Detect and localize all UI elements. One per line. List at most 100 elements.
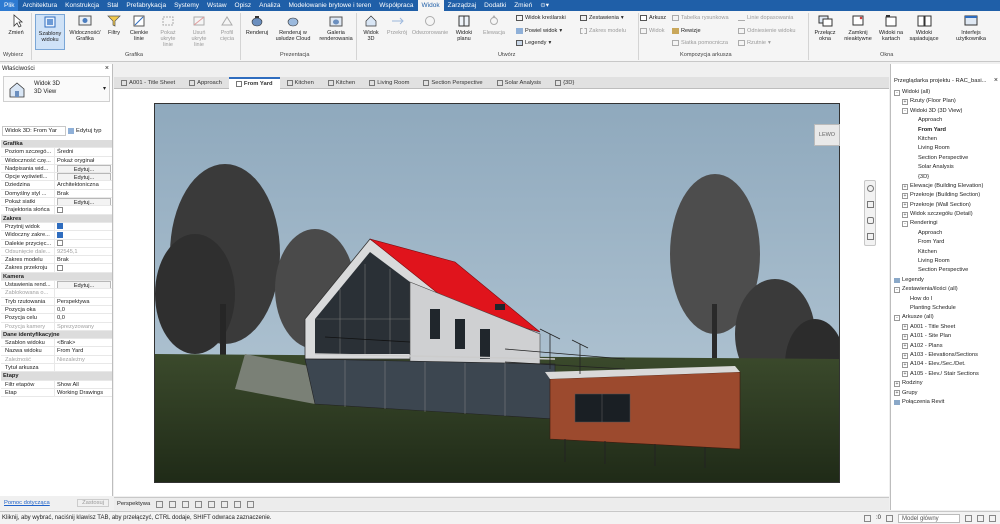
tree-node[interactable]: + Przekroje (Wall Section) [891, 201, 1000, 210]
schedules-button[interactable]: Zestawienia ▾ [580, 15, 624, 21]
expand-toggle-icon[interactable]: + [902, 333, 908, 340]
close-inactive-button[interactable]: Zamknij nieaktywne [842, 14, 874, 42]
tab-views-button[interactable]: Widoki na kartach [876, 14, 906, 42]
tab-modelowanie[interactable]: Modelowanie brytowe i teren [284, 0, 375, 11]
tile-views-button[interactable]: Widoki sąsiadujące [908, 14, 940, 42]
remove-hidden-lines-button[interactable]: Usuń ukryte linie [186, 14, 212, 48]
property-value[interactable]: Pokaż oryginał [57, 158, 94, 164]
show-hidden-lines-button[interactable]: Pokaż ukryte linie [155, 14, 181, 48]
render-dialog-icon[interactable] [208, 500, 216, 508]
tree-node[interactable]: Approach [891, 116, 1000, 125]
view-tab[interactable]: A001 - Title Sheet [114, 77, 182, 89]
help-link[interactable]: Pomoc dotycząca [4, 500, 50, 506]
property-checkbox[interactable] [57, 264, 63, 271]
property-value[interactable]: From Yard [57, 348, 83, 354]
section-button[interactable]: Przekrój [385, 14, 409, 36]
viewports-button[interactable]: Rzutnie ▾ [738, 40, 771, 46]
tree-node[interactable]: + Przekroje (Building Section) [891, 191, 1000, 200]
apply-button[interactable]: Zastosuj [77, 499, 109, 507]
tree-node[interactable]: - Widoki (all) [891, 88, 1000, 97]
tree-node[interactable]: Połączenia Revit [891, 398, 1000, 407]
tree-node[interactable]: - Widoki 3D (3D View) [891, 107, 1000, 116]
duplicate-view-button[interactable]: Powiel widok ▾ [516, 28, 562, 34]
property-row[interactable]: Tryb rzutowania Perspektywa [1, 297, 112, 306]
tab-zarzadzaj[interactable]: Zarządzaj [444, 0, 481, 11]
view-tab[interactable]: Section Perspective [416, 77, 489, 89]
view-3d-from-yard[interactable] [154, 103, 840, 483]
tree-node[interactable]: - Arkusze (all) [891, 313, 1000, 322]
property-row[interactable]: Zależność Niezależny [1, 355, 112, 365]
scope-box-button[interactable]: Zakres modelu [580, 28, 626, 34]
switch-windows-button[interactable]: Przełącz okna [811, 14, 839, 42]
close-icon[interactable]: × [994, 77, 998, 84]
tab-wspolpraca[interactable]: Współpraca [375, 0, 417, 11]
edit-type-button[interactable]: Edytuj typ [68, 126, 101, 136]
filters-button[interactable]: Filtry [104, 14, 124, 36]
instance-selector[interactable]: Widok 3D: From Yar [2, 126, 66, 136]
tree-node[interactable]: Solar Analysis [891, 163, 1000, 172]
modify-button[interactable]: Zmień [5, 14, 27, 36]
drawing-area[interactable]: LEWO [114, 89, 889, 496]
expand-toggle-icon[interactable]: - [894, 315, 900, 322]
tree-node[interactable]: How do I [891, 295, 1000, 304]
property-value[interactable]: Working Drawings [57, 390, 103, 396]
tree-node[interactable]: From Yard [891, 126, 1000, 135]
steering-wheel-icon[interactable] [867, 185, 874, 192]
revisions-button[interactable]: Rewizje [672, 28, 701, 34]
property-row[interactable]: Ustawienia rend... Edytuj... [1, 281, 112, 290]
tab-konstrukcja[interactable]: Konstrukcja [61, 0, 103, 11]
detail-level-icon[interactable] [156, 500, 164, 508]
property-value[interactable]: Brak [57, 191, 69, 197]
expand-toggle-icon[interactable]: - [902, 221, 908, 228]
property-value[interactable]: Średni [57, 149, 73, 155]
property-row[interactable]: Trajektoria słońca [1, 206, 112, 215]
hide-isolate-icon[interactable] [247, 500, 255, 508]
guide-grid-button[interactable]: Siatka pomocnicza [672, 40, 728, 46]
property-row[interactable]: Pokaż siatki Edytuj... [1, 198, 112, 207]
title-block-button[interactable]: Tabelka rysunkowa [672, 15, 729, 21]
view-tab[interactable]: From Yard [228, 77, 280, 89]
view-tab[interactable]: Kitchen [280, 77, 321, 89]
property-row[interactable]: Pozycja kamery Sprezyzowany [1, 322, 112, 331]
tree-node[interactable]: + Grupy [891, 389, 1000, 398]
expand-toggle-icon[interactable]: + [902, 183, 908, 190]
expand-toggle-icon[interactable]: + [902, 202, 908, 209]
tree-node[interactable]: + A001 - Title Sheet [891, 323, 1000, 332]
property-checkbox[interactable] [57, 206, 63, 213]
crop-view-icon[interactable] [221, 500, 229, 508]
visibility-graphics-button[interactable]: Widoczność/ Grafika [69, 14, 101, 42]
property-group[interactable]: Etapy [1, 372, 112, 381]
edit-property-button[interactable]: Edytuj... [57, 173, 111, 181]
view-tab[interactable]: Kitchen [321, 77, 362, 89]
worksets-icon[interactable] [863, 515, 871, 522]
matchline-button[interactable]: Linie dopasowania [738, 15, 793, 21]
property-value[interactable]: Sprezyzowany [57, 324, 94, 330]
select-links-icon[interactable] [965, 515, 972, 522]
close-icon[interactable]: × [105, 65, 109, 72]
tree-node[interactable]: + A102 - Plans [891, 342, 1000, 351]
expand-toggle-icon[interactable]: + [902, 192, 908, 199]
property-row[interactable]: Dziedzina Architektoniczna [1, 181, 112, 190]
property-row[interactable]: Dalekie przycięc... [1, 239, 112, 248]
shadows-icon[interactable] [195, 500, 203, 508]
edit-property-button[interactable]: Edytuj... [57, 198, 111, 206]
property-row[interactable]: Poziom szczegó... Średni [1, 148, 112, 157]
property-row[interactable]: Domyślny styl ... Brak [1, 189, 112, 199]
model-selector[interactable]: Model główny [898, 514, 960, 523]
expand-toggle-icon[interactable]: + [902, 362, 908, 369]
tab-systemy[interactable]: Systemy [170, 0, 203, 11]
tree-node[interactable]: + A103 - Elevations/Sections [891, 351, 1000, 360]
drafting-view-button[interactable]: Widok kreślarski [516, 15, 566, 21]
render-gallery-button[interactable]: Galeria renderowania [318, 14, 354, 42]
property-value[interactable]: 92545,1 [57, 249, 78, 255]
property-row[interactable]: Widoczny zakre... [1, 231, 112, 240]
group-label-wybierz[interactable]: Wybierz [3, 52, 23, 58]
property-value[interactable]: 0,0 [57, 315, 65, 321]
tree-node[interactable]: + Rzuty (Floor Plan) [891, 97, 1000, 106]
property-row[interactable]: Szablon widoku <Brak> [1, 339, 112, 348]
tab-widok[interactable]: Widok [417, 0, 444, 11]
property-row[interactable]: Tytuł arkusza [1, 364, 112, 373]
tree-node[interactable]: - Zestawienia/ilości (all) [891, 285, 1000, 294]
lock-view-icon[interactable] [234, 500, 242, 508]
tab-opisz[interactable]: Opisz [231, 0, 256, 11]
